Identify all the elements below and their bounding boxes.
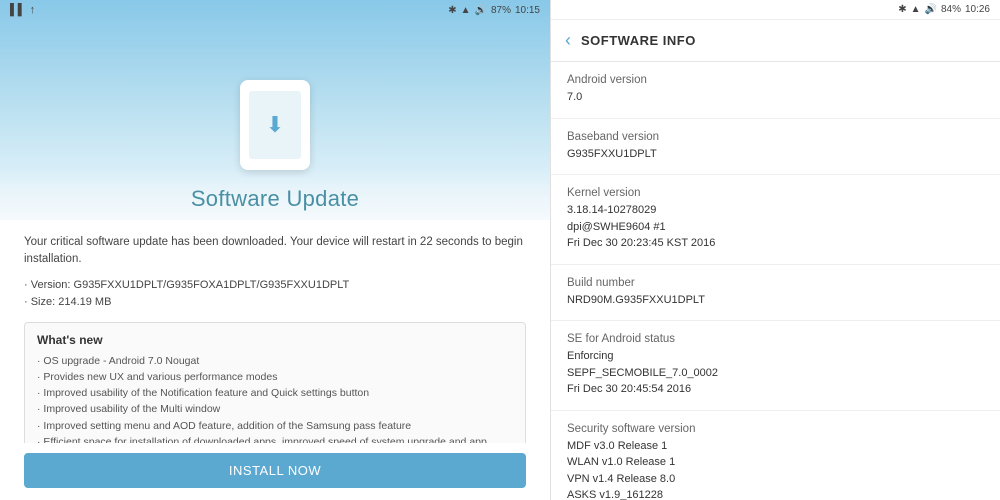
info-row: Security software version MDF v3.0 Releas… bbox=[551, 411, 1000, 500]
whats-new-title: What's new bbox=[37, 333, 513, 347]
install-button-container: INSTALL NOW bbox=[0, 443, 550, 500]
info-label: Kernel version bbox=[567, 187, 984, 199]
left-panel: ▌▌ ↑ ✱ ▲ 🔊 87% 10:15 ⬇ Software Update Y… bbox=[0, 0, 550, 500]
info-row: Android version 7.0 bbox=[551, 62, 1000, 119]
phone-screen: ⬇ bbox=[249, 91, 301, 159]
info-value: G935FXXU1DPLT bbox=[567, 146, 984, 163]
info-label: SE for Android status bbox=[567, 333, 984, 345]
right-panel: ✱ ▲ 🔊 84% 10:26 ‹ SOFTWARE INFO Android … bbox=[550, 0, 1000, 500]
right-header: ‹ SOFTWARE INFO bbox=[551, 20, 1000, 62]
whats-new-content: · OS upgrade - Android 7.0 Nougat · Prov… bbox=[37, 353, 513, 443]
version-info: · Version: G935FXXU1DPLT/G935FOXA1DPLT/G… bbox=[24, 277, 526, 312]
battery-level: 87% bbox=[491, 5, 511, 16]
whats-new-box: What's new · OS upgrade - Android 7.0 No… bbox=[24, 322, 526, 443]
bluetooth-icon: ✱ bbox=[448, 5, 456, 16]
info-value: MDF v3.0 Release 1 WLAN v1.0 Release 1 V… bbox=[567, 438, 984, 500]
right-status-right: ✱ ▲ 🔊 84% 10:26 bbox=[898, 4, 990, 15]
info-value: 7.0 bbox=[567, 89, 984, 106]
phone-icon: ⬇ bbox=[240, 80, 310, 170]
wifi-icon: ▲ bbox=[461, 5, 471, 16]
info-row: SE for Android status Enforcing SEPF_SECM… bbox=[551, 321, 1000, 411]
description-text: Your critical software update has been d… bbox=[24, 234, 526, 269]
page-title: Software Update bbox=[24, 186, 526, 212]
right-content: Android version 7.0 Baseband version G935FX… bbox=[551, 62, 1000, 500]
hero-section: ⬇ bbox=[0, 0, 550, 170]
info-value: Enforcing SEPF_SECMOBILE_7.0_0002 Fri De… bbox=[567, 348, 984, 398]
right-time: 10:26 bbox=[965, 4, 990, 15]
title-section: Software Update bbox=[0, 170, 550, 220]
right-bluetooth-icon: ✱ bbox=[898, 4, 906, 15]
right-battery: 84% bbox=[941, 4, 961, 15]
notification-icon: ↑ bbox=[30, 4, 36, 16]
install-now-button[interactable]: INSTALL NOW bbox=[24, 453, 526, 488]
back-button[interactable]: ‹ bbox=[565, 30, 571, 51]
content-section: Your critical software update has been d… bbox=[0, 220, 550, 443]
info-value: 3.18.14-10278029 dpi@SWHE9604 #1 Fri Dec… bbox=[567, 202, 984, 252]
volume-icon: 🔊 bbox=[475, 5, 487, 16]
info-value: NRD90M.G935FXXU1DPLT bbox=[567, 292, 984, 309]
info-label: Security software version bbox=[567, 423, 984, 435]
left-status-icons: ▌▌ ↑ bbox=[10, 4, 35, 16]
info-label: Build number bbox=[567, 277, 984, 289]
info-row: Build number NRD90M.G935FXXU1DPLT bbox=[551, 265, 1000, 322]
info-label: Baseband version bbox=[567, 131, 984, 143]
right-volume-icon: 🔊 bbox=[925, 4, 937, 15]
version-label: · Version: G935FXXU1DPLT/G935FOXA1DPLT/G… bbox=[24, 277, 526, 295]
right-wifi-icon: ▲ bbox=[911, 4, 921, 15]
size-label: · Size: 214.19 MB bbox=[24, 294, 526, 312]
left-status-right: ✱ ▲ 🔊 87% 10:15 bbox=[448, 5, 540, 16]
info-row: Kernel version 3.18.14-10278029 dpi@SWHE9… bbox=[551, 175, 1000, 265]
time-display: 10:15 bbox=[515, 5, 540, 16]
info-row: Baseband version G935FXXU1DPLT bbox=[551, 119, 1000, 176]
signal-icon: ▌▌ bbox=[10, 4, 26, 16]
download-arrow-icon: ⬇ bbox=[266, 112, 284, 138]
right-status-bar: ✱ ▲ 🔊 84% 10:26 bbox=[551, 0, 1000, 20]
left-status-bar: ▌▌ ↑ ✱ ▲ 🔊 87% 10:15 bbox=[0, 0, 550, 20]
right-header-title: SOFTWARE INFO bbox=[581, 33, 696, 48]
info-label: Android version bbox=[567, 74, 984, 86]
